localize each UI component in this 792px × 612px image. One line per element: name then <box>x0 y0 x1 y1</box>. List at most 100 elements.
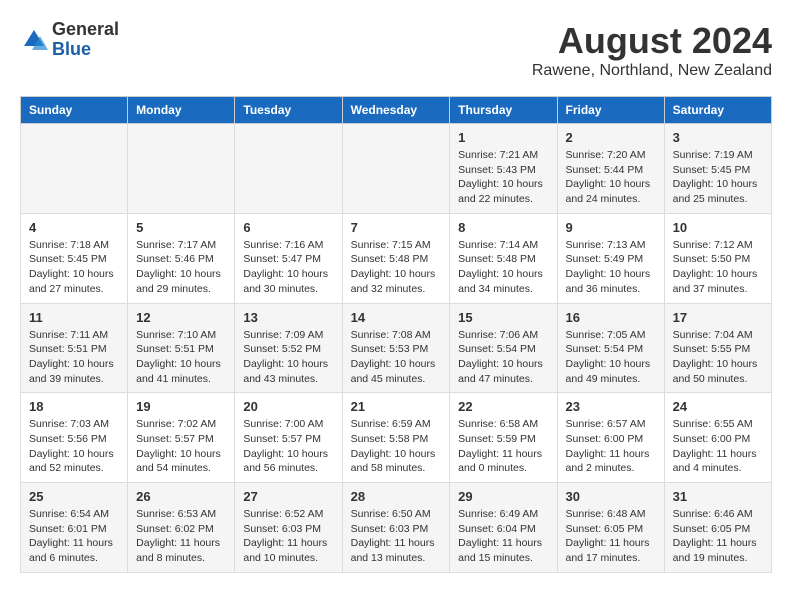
page-header: General Blue August 2024 Rawene, Northla… <box>20 20 772 80</box>
day-number: 10 <box>673 220 763 235</box>
day-number: 17 <box>673 310 763 325</box>
day-number: 2 <box>566 130 656 145</box>
day-info: Sunrise: 6:49 AM Sunset: 6:04 PM Dayligh… <box>458 507 548 566</box>
calendar-cell: 2Sunrise: 7:20 AM Sunset: 5:44 PM Daylig… <box>557 124 664 214</box>
day-number: 21 <box>351 399 442 414</box>
day-number: 25 <box>29 489 119 504</box>
calendar-week-5: 25 Sunrise: 6:54 AM Sunset: 6:01 PM Dayli… <box>21 483 772 573</box>
day-number: 19 <box>136 399 226 414</box>
header-saturday: Saturday <box>664 97 771 124</box>
calendar-cell <box>235 124 342 214</box>
day-info: Sunrise: 7:03 AM Sunset: 5:56 PM Dayligh… <box>29 417 119 476</box>
day-info: Sunrise: 6:48 AM Sunset: 6:05 PM Dayligh… <box>566 507 656 566</box>
day-info: Sunrise: 7:19 AM Sunset: 5:45 PM Dayligh… <box>673 148 763 207</box>
calendar-week-4: 18 Sunrise: 7:03 AM Sunset: 5:56 PM Dayli… <box>21 393 772 483</box>
calendar-week-1: 1 Sunrise: 7:21 AM Sunset: 5:43 PM Daylig… <box>21 124 772 214</box>
day-number: 3 <box>673 130 763 145</box>
calendar-cell: 27 Sunrise: 6:52 AM Sunset: 6:03 PM Dayli… <box>235 483 342 573</box>
calendar-table: SundayMondayTuesdayWednesdayThursdayFrid… <box>20 96 772 573</box>
calendar-cell: 9 Sunrise: 7:13 AM Sunset: 5:49 PM Daylig… <box>557 213 664 303</box>
day-info: Sunrise: 6:58 AM Sunset: 5:59 PM Dayligh… <box>458 417 548 476</box>
day-number: 18 <box>29 399 119 414</box>
day-info: Sunrise: 7:06 AM Sunset: 5:54 PM Dayligh… <box>458 328 548 387</box>
day-info: Sunrise: 7:09 AM Sunset: 5:52 PM Dayligh… <box>243 328 333 387</box>
calendar-cell: 19Sunrise: 7:02 AM Sunset: 5:57 PM Dayli… <box>128 393 235 483</box>
subtitle: Rawene, Northland, New Zealand <box>532 62 772 80</box>
calendar-cell <box>342 124 450 214</box>
calendar-week-3: 11 Sunrise: 7:11 AM Sunset: 5:51 PM Dayli… <box>21 303 772 393</box>
day-number: 22 <box>458 399 548 414</box>
day-info: Sunrise: 6:59 AM Sunset: 5:58 PM Dayligh… <box>351 417 442 476</box>
day-number: 16 <box>566 310 656 325</box>
day-info: Sunrise: 7:16 AM Sunset: 5:47 PM Dayligh… <box>243 238 333 297</box>
header-sunday: Sunday <box>21 97 128 124</box>
day-info: Sunrise: 6:53 AM Sunset: 6:02 PM Dayligh… <box>136 507 226 566</box>
calendar-cell: 5 Sunrise: 7:17 AM Sunset: 5:46 PM Daylig… <box>128 213 235 303</box>
day-number: 7 <box>351 220 442 235</box>
logo-general-text: General <box>52 19 119 39</box>
title-block: August 2024 Rawene, Northland, New Zeala… <box>532 20 772 80</box>
calendar-cell <box>21 124 128 214</box>
calendar-cell: 1 Sunrise: 7:21 AM Sunset: 5:43 PM Daylig… <box>450 124 557 214</box>
calendar-cell: 13 Sunrise: 7:09 AM Sunset: 5:52 PM Dayli… <box>235 303 342 393</box>
calendar-cell: 14 Sunrise: 7:08 AM Sunset: 5:53 PM Dayli… <box>342 303 450 393</box>
day-info: Sunrise: 7:05 AM Sunset: 5:54 PM Dayligh… <box>566 328 656 387</box>
header-friday: Friday <box>557 97 664 124</box>
day-number: 31 <box>673 489 763 504</box>
calendar-cell: 6 Sunrise: 7:16 AM Sunset: 5:47 PM Daylig… <box>235 213 342 303</box>
day-number: 27 <box>243 489 333 504</box>
logo: General Blue <box>20 20 119 60</box>
header-monday: Monday <box>128 97 235 124</box>
day-number: 24 <box>673 399 763 414</box>
day-number: 5 <box>136 220 226 235</box>
day-info: Sunrise: 7:18 AM Sunset: 5:45 PM Dayligh… <box>29 238 119 297</box>
calendar-header-row: SundayMondayTuesdayWednesdayThursdayFrid… <box>21 97 772 124</box>
calendar-cell: 3 Sunrise: 7:19 AM Sunset: 5:45 PM Daylig… <box>664 124 771 214</box>
day-info: Sunrise: 7:15 AM Sunset: 5:48 PM Dayligh… <box>351 238 442 297</box>
day-number: 13 <box>243 310 333 325</box>
day-number: 29 <box>458 489 548 504</box>
day-number: 8 <box>458 220 548 235</box>
day-info: Sunrise: 6:50 AM Sunset: 6:03 PM Dayligh… <box>351 507 442 566</box>
day-info: Sunrise: 6:52 AM Sunset: 6:03 PM Dayligh… <box>243 507 333 566</box>
day-info: Sunrise: 6:57 AM Sunset: 6:00 PM Dayligh… <box>566 417 656 476</box>
calendar-cell: 15 Sunrise: 7:06 AM Sunset: 5:54 PM Dayli… <box>450 303 557 393</box>
day-number: 26 <box>136 489 226 504</box>
calendar-cell: 10 Sunrise: 7:12 AM Sunset: 5:50 PM Dayli… <box>664 213 771 303</box>
header-tuesday: Tuesday <box>235 97 342 124</box>
day-info: Sunrise: 7:21 AM Sunset: 5:43 PM Dayligh… <box>458 148 548 207</box>
day-info: Sunrise: 7:08 AM Sunset: 5:53 PM Dayligh… <box>351 328 442 387</box>
day-number: 6 <box>243 220 333 235</box>
calendar-cell: 18 Sunrise: 7:03 AM Sunset: 5:56 PM Dayli… <box>21 393 128 483</box>
calendar-cell: 21 Sunrise: 6:59 AM Sunset: 5:58 PM Dayli… <box>342 393 450 483</box>
day-number: 14 <box>351 310 442 325</box>
day-info: Sunrise: 6:54 AM Sunset: 6:01 PM Dayligh… <box>29 507 119 566</box>
day-number: 11 <box>29 310 119 325</box>
day-number: 20 <box>243 399 333 414</box>
day-info: Sunrise: 7:12 AM Sunset: 5:50 PM Dayligh… <box>673 238 763 297</box>
day-info: Sunrise: 6:55 AM Sunset: 6:00 PM Dayligh… <box>673 417 763 476</box>
day-info: Sunrise: 7:14 AM Sunset: 5:48 PM Dayligh… <box>458 238 548 297</box>
day-info: Sunrise: 7:10 AM Sunset: 5:51 PM Dayligh… <box>136 328 226 387</box>
day-number: 28 <box>351 489 442 504</box>
day-number: 1 <box>458 130 548 145</box>
day-number: 15 <box>458 310 548 325</box>
calendar-cell: 12Sunrise: 7:10 AM Sunset: 5:51 PM Dayli… <box>128 303 235 393</box>
calendar-cell: 17Sunrise: 7:04 AM Sunset: 5:55 PM Dayli… <box>664 303 771 393</box>
calendar-cell: 23Sunrise: 6:57 AM Sunset: 6:00 PM Dayli… <box>557 393 664 483</box>
logo-icon <box>20 26 48 54</box>
day-info: Sunrise: 6:46 AM Sunset: 6:05 PM Dayligh… <box>673 507 763 566</box>
header-wednesday: Wednesday <box>342 97 450 124</box>
calendar-cell: 28 Sunrise: 6:50 AM Sunset: 6:03 PM Dayli… <box>342 483 450 573</box>
day-number: 9 <box>566 220 656 235</box>
calendar-cell: 26 Sunrise: 6:53 AM Sunset: 6:02 PM Dayli… <box>128 483 235 573</box>
calendar-cell: 31 Sunrise: 6:46 AM Sunset: 6:05 PM Dayli… <box>664 483 771 573</box>
day-info: Sunrise: 7:11 AM Sunset: 5:51 PM Dayligh… <box>29 328 119 387</box>
logo-text: General Blue <box>52 20 119 60</box>
logo-blue-text: Blue <box>52 39 91 59</box>
calendar-cell: 25 Sunrise: 6:54 AM Sunset: 6:01 PM Dayli… <box>21 483 128 573</box>
calendar-cell: 7 Sunrise: 7:15 AM Sunset: 5:48 PM Daylig… <box>342 213 450 303</box>
day-info: Sunrise: 7:13 AM Sunset: 5:49 PM Dayligh… <box>566 238 656 297</box>
calendar-cell: 30Sunrise: 6:48 AM Sunset: 6:05 PM Dayli… <box>557 483 664 573</box>
day-info: Sunrise: 7:17 AM Sunset: 5:46 PM Dayligh… <box>136 238 226 297</box>
